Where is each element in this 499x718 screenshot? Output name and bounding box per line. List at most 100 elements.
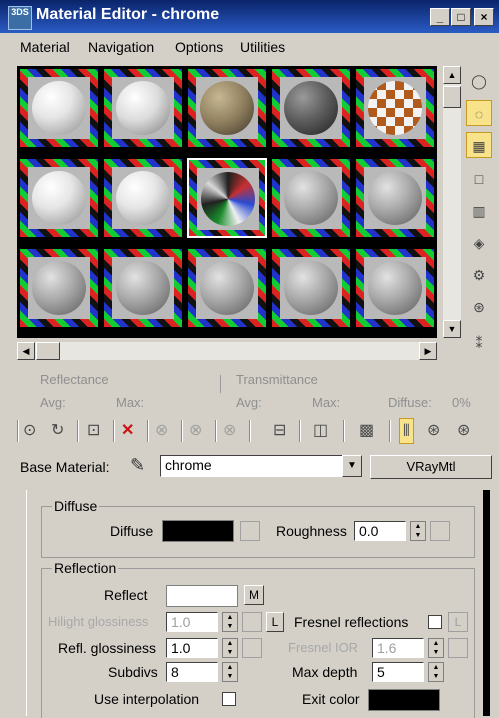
go-to-parent-icon[interactable]: ⫴ [399, 418, 414, 444]
material-name-dropdown-button[interactable]: ▼ [342, 455, 362, 477]
subdivs-spinner[interactable]: ▲ ▼ [222, 662, 238, 682]
material-sample-slot[interactable] [355, 68, 435, 148]
material-sample-slot[interactable] [187, 158, 267, 238]
material-sample-slot[interactable] [19, 248, 99, 328]
slot-preview-background [364, 77, 426, 139]
material-sample-slot[interactable] [103, 248, 183, 328]
video-color-check-icon[interactable]: ▥ [466, 198, 492, 224]
reflectance-label: Reflectance [40, 372, 109, 387]
slots-vertical-scrollbar[interactable]: ▲ ▼ [443, 66, 461, 338]
hilight-glossiness-input[interactable]: 1.0 [166, 612, 218, 632]
material-sample-slot[interactable] [103, 158, 183, 238]
make-preview-icon[interactable]: ◈ [466, 230, 492, 256]
go-forward-to-sibling-icon[interactable]: ⊛ [427, 418, 440, 444]
material-sample-slot[interactable] [355, 248, 435, 328]
sample-sphere [32, 81, 86, 135]
make-unique-icon[interactable]: ⊗ [189, 418, 202, 444]
show-end-result-icon[interactable]: ▩ [359, 418, 374, 444]
menu-utilities[interactable]: Utilities [240, 39, 285, 55]
toolbar-separator [299, 420, 301, 442]
material-sample-slot[interactable] [271, 158, 351, 238]
scroll-down-button[interactable]: ▼ [443, 320, 461, 338]
hilight-glossiness-label: Hilight glossiness [48, 614, 149, 629]
slots-horizontal-scrollbar[interactable]: ◀ ▶ [17, 342, 437, 360]
roughness-input[interactable]: 0.0 [354, 521, 406, 541]
fresnel-reflections-checkbox[interactable] [428, 615, 442, 629]
assign-material-icon[interactable]: ⊡ [87, 418, 100, 444]
menu-options[interactable]: Options [175, 39, 223, 55]
menu-navigation[interactable]: Navigation [88, 39, 154, 55]
use-interpolation-checkbox[interactable] [222, 692, 236, 706]
subdivs-input[interactable]: 8 [166, 662, 218, 682]
diffuse-map-button[interactable] [240, 521, 260, 541]
fresnel-ior-input[interactable]: 1.6 [372, 638, 424, 658]
reflect-map-button[interactable]: M [244, 585, 264, 605]
get-material-icon[interactable]: ⊙ [23, 418, 36, 444]
menu-material[interactable]: Material [20, 39, 70, 55]
roughness-map-button[interactable] [430, 521, 450, 541]
max-depth-spinner[interactable]: ▲ ▼ [428, 662, 444, 682]
fresnel-lock-button[interactable]: L [448, 612, 468, 632]
sample-sphere [368, 171, 422, 225]
reflectance-max-label: Max: [116, 395, 145, 410]
rollout-scrollbar[interactable] [483, 490, 490, 716]
show-map-in-viewport-icon[interactable]: ◫ [313, 418, 328, 444]
refl-glossiness-spinner[interactable]: ▲ ▼ [222, 638, 238, 658]
material-sample-slot[interactable] [103, 68, 183, 148]
fresnel-ior-map-button[interactable] [448, 638, 468, 658]
reflect-color-swatch[interactable] [166, 585, 238, 607]
scroll-right-button[interactable]: ▶ [419, 342, 437, 360]
material-effects-channel-icon[interactable]: ⊟ [273, 418, 286, 444]
material-map-navigator-icon[interactable]: ⁑ [466, 330, 492, 356]
scroll-left-button[interactable]: ◀ [17, 342, 35, 360]
material-type-button[interactable]: VRayMtl [370, 455, 492, 479]
scroll-thumb[interactable] [443, 86, 461, 108]
title-bar: 3DS Material Editor - chrome _ □ × [0, 0, 499, 33]
slot-preview-background [197, 168, 259, 230]
copy-material-icon[interactable]: ⊗ [155, 418, 168, 444]
transmittance-avg-label: Avg: [236, 395, 262, 410]
parameters-rollout: Diffuse Diffuse Roughness 0.0 ▲ ▼ Reflect… [26, 490, 483, 718]
sample-uv-tiling-icon[interactable]: □ [466, 166, 492, 192]
pick-material-icon[interactable]: ⊛ [457, 418, 470, 444]
sample-type-sphere-icon[interactable]: ◯ [466, 68, 492, 94]
material-sample-slot[interactable] [355, 158, 435, 238]
material-sample-slot[interactable] [271, 68, 351, 148]
material-sample-slot[interactable] [19, 158, 99, 238]
max-depth-input[interactable]: 5 [372, 662, 424, 682]
backlight-icon[interactable]: ◌ [466, 100, 492, 126]
fresnel-ior-spinner[interactable]: ▲ ▼ [428, 638, 444, 658]
background-checker-icon[interactable]: ▦ [466, 132, 492, 158]
material-sample-slot[interactable] [187, 248, 267, 328]
put-to-scene-icon[interactable]: ↻ [51, 418, 64, 444]
reflection-group-title: Reflection [52, 560, 119, 576]
slot-preview-background [280, 77, 342, 139]
material-name-input[interactable]: chrome [160, 455, 344, 477]
select-by-material-icon[interactable]: ⊛ [466, 294, 492, 320]
material-sample-slot[interactable] [271, 248, 351, 328]
close-button[interactable]: × [474, 8, 494, 26]
maximize-button[interactable]: □ [451, 8, 471, 26]
transmittance-max-label: Max: [312, 395, 341, 410]
material-toolbar: ⊙ ↻ ⊡ ✕ ⊗ ⊗ ⊗ ⊟ ◫ ▩ ⫴ ⊛ ⊛ [17, 418, 497, 446]
refl-glossiness-input[interactable]: 1.0 [166, 638, 218, 658]
hilight-glossiness-spinner[interactable]: ▲ ▼ [222, 612, 238, 632]
material-sample-slot[interactable] [187, 68, 267, 148]
minimize-button[interactable]: _ [430, 8, 450, 26]
scroll-up-button[interactable]: ▲ [443, 66, 461, 84]
hilight-map-button[interactable] [242, 612, 262, 632]
diffuse-status-value: 0% [452, 395, 471, 410]
hscroll-thumb[interactable] [36, 342, 60, 360]
exit-color-swatch[interactable] [368, 689, 440, 711]
slot-preview-background [364, 257, 426, 319]
fresnel-reflections-label: Fresnel reflections [294, 614, 409, 630]
material-sample-slot[interactable] [19, 68, 99, 148]
diffuse-color-swatch[interactable] [162, 520, 234, 542]
reset-map-icon[interactable]: ✕ [121, 418, 134, 444]
lock-hilight-button[interactable]: L [266, 612, 284, 632]
eyedropper-icon[interactable]: ✎ [130, 455, 145, 476]
options-icon[interactable]: ⚙ [466, 262, 492, 288]
put-to-library-icon[interactable]: ⊗ [223, 418, 236, 444]
roughness-spinner[interactable]: ▲ ▼ [410, 521, 426, 541]
refl-glossiness-map-button[interactable] [242, 638, 262, 658]
